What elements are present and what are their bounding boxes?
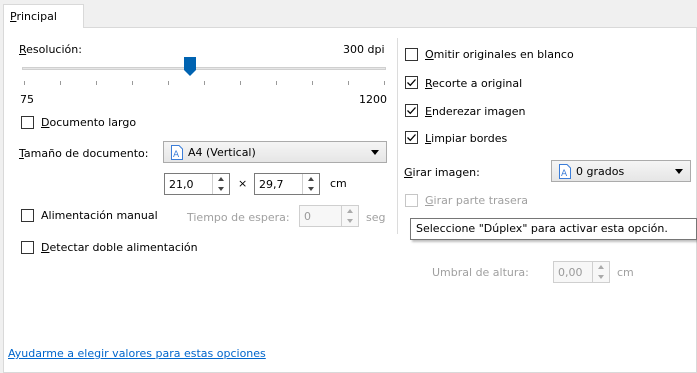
- manual-feed-checkbox[interactable]: [21, 209, 34, 222]
- svg-text:A: A: [173, 150, 180, 160]
- doc-size-label: Tamaño de documento:: [19, 147, 149, 160]
- width-increment[interactable]: [213, 174, 229, 184]
- timeout-value: 0: [304, 210, 311, 223]
- straighten-checkbox[interactable]: [405, 104, 418, 117]
- omit-blank-label[interactable]: Omitir originales en blanco: [425, 48, 574, 61]
- clean-edges-label[interactable]: Limpiar bordes: [425, 132, 507, 145]
- slider-tick: [24, 81, 25, 85]
- clean-edges-checkbox[interactable]: [405, 131, 418, 144]
- long-document-checkbox[interactable]: [21, 116, 34, 129]
- resolution-value: 300 dpi: [343, 43, 385, 56]
- height-threshold-spinbox: 0,00: [553, 261, 610, 283]
- double-feed-checkbox[interactable]: [21, 241, 34, 254]
- slider-tick: [384, 81, 385, 85]
- height-increment[interactable]: [303, 174, 319, 184]
- tooltip: Seleccione "Dúplex" para activar esta op…: [410, 218, 697, 240]
- help-link[interactable]: Ayudarme a elegir valores para estas opc…: [8, 347, 266, 360]
- rotate-back-checkbox: [405, 194, 418, 207]
- height-threshold-unit: cm: [617, 266, 634, 279]
- doc-size-value: A4 (Vertical): [188, 146, 256, 159]
- resolution-label: Resolución:: [19, 43, 82, 56]
- height-spinbox[interactable]: 29,7: [254, 173, 320, 195]
- double-feed-label[interactable]: Detectar doble alimentación: [41, 241, 198, 254]
- resolution-slider-thumb[interactable]: [184, 57, 196, 76]
- slider-tick: [168, 81, 169, 85]
- height-threshold-label: Umbral de altura:: [432, 266, 529, 279]
- timeout-unit: seg: [366, 211, 386, 224]
- slider-tick: [348, 81, 349, 85]
- slider-tick: [312, 81, 313, 85]
- tab-principal[interactable]: Principal: [3, 4, 84, 28]
- resolution-max-label: 1200: [359, 93, 387, 106]
- long-document-label[interactable]: Documento largo: [41, 116, 136, 129]
- slider-tick: [204, 81, 205, 85]
- document-icon: A: [171, 145, 183, 160]
- height-threshold-decrement: [593, 272, 609, 282]
- timeout-decrement: [342, 216, 358, 226]
- timeout-spinbox: 0: [299, 205, 359, 227]
- checkmark-icon: [407, 134, 416, 142]
- tooltip-text: Seleccione "Dúplex" para activar esta op…: [416, 222, 668, 235]
- checkmark-icon: [407, 107, 416, 115]
- chevron-down-icon: [675, 169, 683, 174]
- timeout-label: Tiempo de espera:: [187, 211, 290, 224]
- resolution-slider-track[interactable]: [22, 67, 386, 70]
- height-threshold-value: 0,00: [558, 266, 583, 279]
- straighten-label[interactable]: Enderezar imagen: [425, 105, 526, 118]
- omit-blank-checkbox[interactable]: [405, 48, 418, 61]
- tab-label: Principal: [10, 10, 57, 23]
- height-threshold-increment: [593, 262, 609, 272]
- dimension-separator: ×: [238, 177, 248, 190]
- doc-size-dropdown[interactable]: A A4 (Vertical): [163, 141, 387, 163]
- checkmark-icon: [407, 79, 416, 87]
- width-spinbox[interactable]: 21,0: [164, 173, 230, 195]
- slider-tick: [240, 81, 241, 85]
- crop-label[interactable]: Recorte a original: [425, 77, 522, 90]
- resolution-min-label: 75: [20, 93, 34, 106]
- settings-panel: [3, 27, 697, 373]
- height-value: 29,7: [259, 178, 284, 191]
- slider-tick: [276, 81, 277, 85]
- rotate-back-label: Girar parte trasera: [425, 194, 529, 207]
- svg-text:A: A: [561, 169, 568, 179]
- slider-tick: [96, 81, 97, 85]
- height-decrement[interactable]: [303, 184, 319, 194]
- chevron-down-icon: [371, 150, 379, 155]
- manual-feed-label[interactable]: Alimentación manual: [41, 209, 158, 222]
- dimension-unit: cm: [330, 177, 347, 190]
- rotate-value: 0 grados: [576, 165, 625, 178]
- width-decrement[interactable]: [213, 184, 229, 194]
- rotate-label: Girar imagen:: [404, 166, 480, 179]
- slider-tick: [132, 81, 133, 85]
- crop-checkbox[interactable]: [405, 76, 418, 89]
- document-icon: A: [559, 164, 571, 179]
- width-value: 21,0: [169, 178, 194, 191]
- timeout-increment: [342, 206, 358, 216]
- slider-tick: [60, 81, 61, 85]
- rotate-dropdown[interactable]: A 0 grados: [551, 160, 691, 182]
- column-divider: [397, 38, 398, 234]
